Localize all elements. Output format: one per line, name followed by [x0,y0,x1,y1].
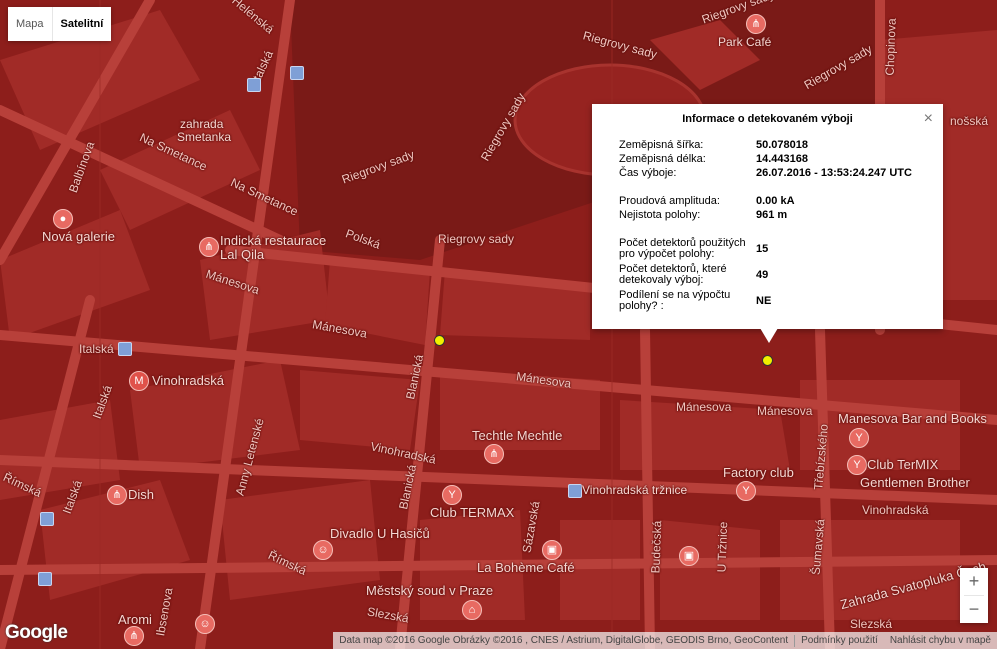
strike-time-value: 26.07.2016 - 13:53:24.247 UTC [756,167,912,179]
map-type-satellite-button[interactable]: Satelitní [51,7,112,41]
bar-icon[interactable]: Y [736,481,756,501]
courthouse-icon[interactable]: ⌂ [462,600,482,620]
latitude-value: 50.078018 [756,139,808,151]
bar-icon[interactable]: Y [442,485,462,505]
map-data-attribution: Data map ©2016 Google Obrázky ©2016 , CN… [339,635,789,646]
place-label-nova-galerie: Nová galerie [42,229,115,244]
amplitude-value: 0.00 kA [756,195,795,207]
street-label-partial: nošská [950,114,989,128]
place-label-club-termax: Club TERMAX [430,505,515,520]
market-icon[interactable] [568,484,582,498]
tram-stop-icon[interactable] [40,512,54,526]
report-error-link[interactable]: Nahlásit chybu v mapě [884,635,997,646]
place-label-techtle-mechtle: Techtle Mechtle [472,428,563,443]
strike-time-label: Čas výboje: [619,167,677,179]
place-label-aromi: Aromi [118,612,152,627]
street-label-chopinova: Chopinova [882,18,899,76]
street-label-riegrovy-sady: Riegrovy sady [438,232,515,246]
theater-icon[interactable]: ☺ [313,540,333,560]
place-label-smetanka: Smetanka [177,130,232,144]
restaurant-icon[interactable]: ⋔ [746,14,766,34]
place-label-zahrada: zahrada [180,117,224,131]
tram-stop-icon[interactable] [247,78,261,92]
art-gallery-icon[interactable]: ● [53,209,73,229]
tram-stop-icon[interactable] [38,572,52,586]
shopping-icon[interactable]: ▣ [542,540,562,560]
participation-value: NE [756,295,772,307]
place-label-factory-club: Factory club [723,465,794,480]
bar-icon[interactable]: Y [849,428,869,448]
place-label-lal-qila: Lal Qila [220,247,265,262]
map-canvas[interactable]: Helénská Italská Riegrovy sady Park Café… [0,0,997,649]
place-label-dish: Dish [128,487,155,502]
participation-label: Podílení se na výpočtu polohy? : [619,289,731,312]
street-label-manesova: Mánesova [757,404,813,418]
zoom-control: + − [960,568,988,623]
tram-stop-icon[interactable] [118,342,132,356]
terms-link[interactable]: Podmínky použití [795,635,884,646]
street-label-vinohradska: Vinohradská [862,503,929,517]
place-label-vinohradska-trznice: Vinohradská tržnice [582,483,688,497]
place-label-manesova-bar: Manesova Bar and Books [838,411,987,426]
info-window-title: Informace o detekovaném výboji [682,113,853,125]
latitude-label: Zeměpisná šířka: [619,139,704,151]
place-label-gentlemen-brother: Gentlemen Brother [860,475,970,490]
close-icon[interactable]: × [924,110,933,128]
place-label-divadlo-u-hasicu: Divadlo U Hasičů [330,526,430,541]
zoom-in-button[interactable]: + [960,568,988,595]
detectors-detected-value: 49 [756,269,769,281]
longitude-label: Zeměpisná délka: [619,153,706,165]
street-label-manesova: Mánesova [676,400,732,414]
theater-icon[interactable]: ☺ [195,614,215,634]
place-label-vinohradska-metro: Vinohradská [152,373,225,388]
tram-stop-icon[interactable] [290,66,304,80]
shopping-icon[interactable]: ▣ [679,546,699,566]
longitude-value: 14.443168 [756,153,808,165]
place-label-park-cafe: Park Café [718,35,772,49]
street-label-u-trznice: U Tržnice [714,521,731,573]
attribution-bar: Data map ©2016 Google Obrázky ©2016 , CN… [333,632,997,649]
place-label-indicka-restaurace: Indická restaurace [220,233,327,248]
bar-icon[interactable]: Y [847,455,867,475]
info-window-pointer [760,328,778,343]
position-uncertainty-label: Nejistota polohy: [619,209,701,221]
place-label-club-termix: Club TerMIX [867,457,939,472]
strike-info-window: Informace o detekovaném výboji × Zeměpis… [592,104,943,343]
lightning-strike-marker-selected[interactable] [762,355,773,366]
zoom-out-button[interactable]: − [960,596,988,623]
place-label-mestsky-soud: Městský soud v Praze [366,583,494,598]
google-logo[interactable]: Google [5,622,68,644]
metro-icon[interactable]: M [129,371,149,391]
map-type-control: Mapa Satelitní [8,7,112,41]
street-label-slezska: Slezská [850,617,893,631]
lightning-strike-marker[interactable] [434,335,445,346]
restaurant-icon[interactable]: ⋔ [484,444,504,464]
detectors-used-label: Počet detektorů použitých pro výpočet po… [619,237,746,260]
detectors-detected-label: Počet detektorů, které detekovaly výboj: [619,263,727,286]
restaurant-icon[interactable]: ⋔ [124,626,144,646]
place-label-la-boheme: La Bohème Café [477,560,575,575]
detectors-used-value: 15 [756,243,769,255]
street-label-italska: Italská [79,342,114,356]
position-uncertainty-value: 961 m [756,209,788,221]
restaurant-icon[interactable]: ⋔ [107,485,127,505]
map-type-map-button[interactable]: Mapa [8,7,52,41]
restaurant-icon[interactable]: ⋔ [199,237,219,257]
street-label-budecska: Budečská [648,520,665,574]
amplitude-label: Proudová amplituda: [619,195,720,207]
